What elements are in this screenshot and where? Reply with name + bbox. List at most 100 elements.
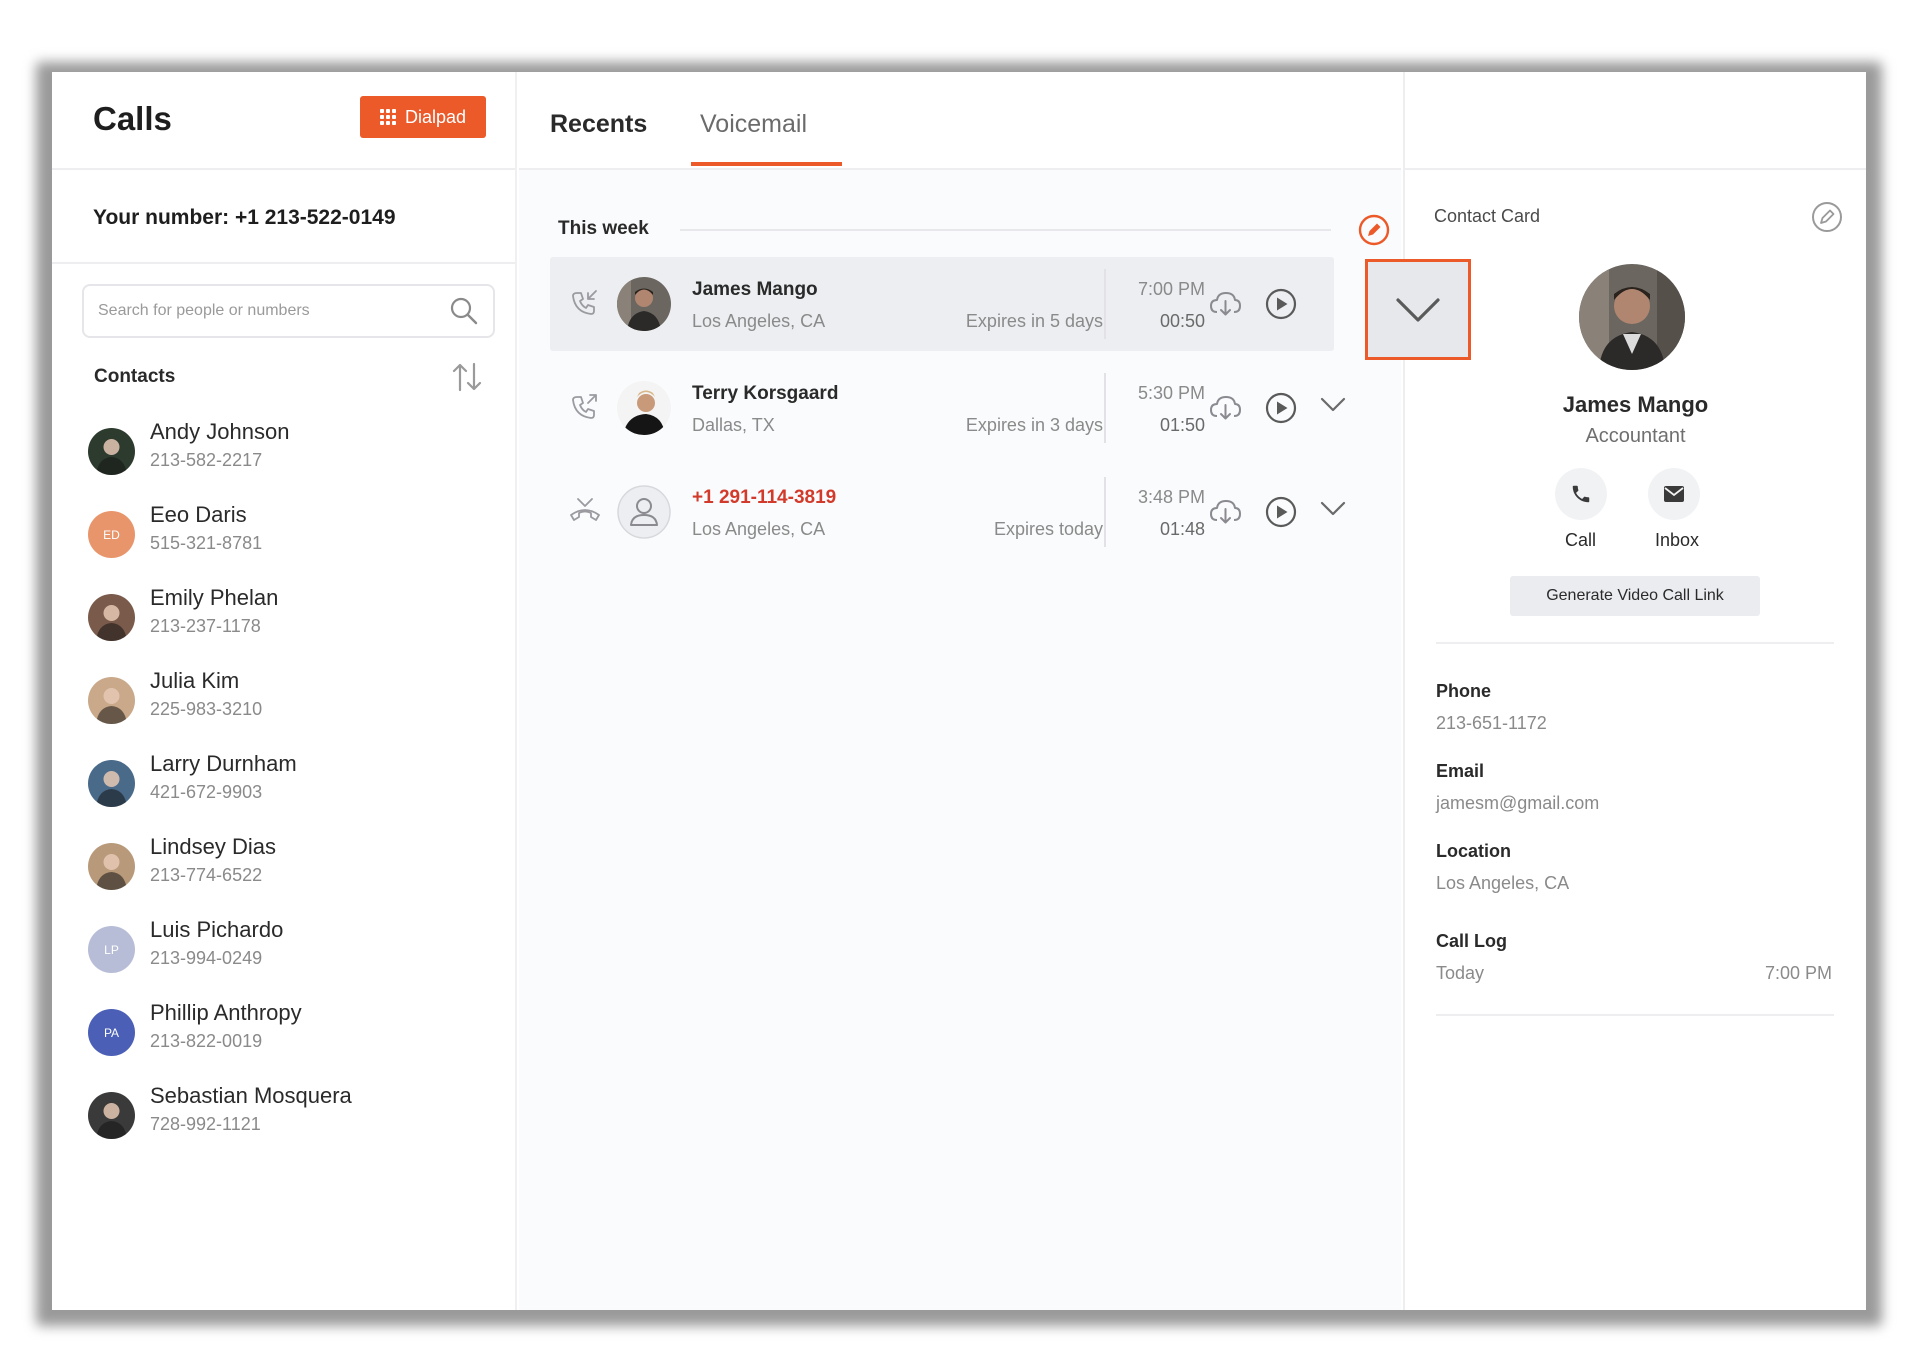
caller-location: Los Angeles, CA <box>692 311 826 331</box>
contact-name: Phillip Anthropy <box>150 1000 302 1025</box>
caller-name: James Mango <box>692 279 818 300</box>
voicemail-row[interactable]: +1 291-114-3819 Los Angeles, CA Expires to… <box>550 465 1346 559</box>
app-title: Calls <box>93 100 172 137</box>
card-divider-top <box>1436 642 1834 644</box>
avatar-initials: ED <box>103 527 120 542</box>
search-input[interactable] <box>98 302 449 320</box>
avatar-initials: LP <box>104 942 119 957</box>
contact-phone: 213-994-0249 <box>150 948 263 968</box>
edit-icon[interactable] <box>1357 213 1391 247</box>
section-label: This week <box>558 218 649 239</box>
chevron-down-icon <box>1320 501 1346 516</box>
contact-item[interactable]: Emily Phelan 213-237-1178 <box>88 584 488 667</box>
section-divider <box>680 229 1331 231</box>
envelope-icon <box>1664 486 1684 502</box>
play-icon <box>1265 288 1297 320</box>
contact-card-label: Contact Card <box>1434 206 1541 226</box>
contact-text: Emily Phelan 213-237-1178 <box>150 584 278 640</box>
voicemail-time: 3:48 PM <box>1137 487 1205 507</box>
voicemail-time: 7:00 PM <box>1137 279 1205 299</box>
call-direction-icon <box>568 391 600 428</box>
contact-text: Phillip Anthropy 213-822-0019 <box>150 999 302 1055</box>
contact-name: Julia Kim <box>150 668 240 693</box>
dialpad-button[interactable]: Dialpad <box>360 96 486 138</box>
voicemail-duration: 01:48 <box>1159 519 1205 539</box>
expand-button[interactable] <box>1320 501 1346 522</box>
caller-avatar <box>617 381 671 435</box>
download-button[interactable] <box>1208 287 1242 326</box>
call-button[interactable] <box>1555 468 1607 520</box>
play-button[interactable] <box>1264 495 1298 534</box>
left-header: Calls Dialpad <box>52 72 515 170</box>
contact-avatar <box>88 428 135 475</box>
play-button[interactable] <box>1264 287 1298 326</box>
call-direction-icon <box>568 495 602 532</box>
contact-avatar: ED <box>88 511 135 558</box>
call-log-label: Call Log <box>1436 931 1507 951</box>
contact-item[interactable]: Andy Johnson 213-582-2217 <box>88 418 488 501</box>
contact-phone: 515-321-8781 <box>150 533 263 553</box>
voicemail-row[interactable]: James Mango Los Angeles, CA Expires in 5 d… <box>550 257 1334 351</box>
inbox-button[interactable] <box>1648 468 1700 520</box>
play-icon <box>1265 496 1297 528</box>
call-log-day: Today <box>1436 963 1485 983</box>
inbox-label: Inbox <box>1655 530 1700 550</box>
download-button[interactable] <box>1208 495 1242 534</box>
contact-avatar <box>1579 264 1685 370</box>
row-separator <box>1104 269 1106 339</box>
location-label: Location <box>1436 841 1511 861</box>
contacts-panel: Calls Dialpad Your number: +1 213-522-01… <box>52 72 517 1310</box>
call-log-time: 7:00 PM <box>1764 963 1832 983</box>
card-divider-bottom <box>1436 1014 1834 1016</box>
expiry-text: Expires today <box>993 519 1103 539</box>
caller-location: Dallas, TX <box>692 415 775 435</box>
contact-role: Accountant <box>1585 425 1686 447</box>
voicemail-row[interactable]: Terry Korsgaard Dallas, TX Expires in 3 da… <box>550 361 1346 455</box>
caller-location: Los Angeles, CA <box>692 519 826 539</box>
phone-icon <box>1572 485 1590 503</box>
download-icon <box>1210 292 1241 316</box>
edit-contact-icon[interactable] <box>1810 200 1844 234</box>
contact-text: Julia Kim 225-983-3210 <box>150 667 262 723</box>
contact-item[interactable]: Larry Durnham 421-672-9903 <box>88 750 488 833</box>
expand-voicemail-button[interactable] <box>1365 259 1471 360</box>
contact-text: Lindsey Dias 213-774-6522 <box>150 833 276 889</box>
download-button[interactable] <box>1208 391 1242 430</box>
contact-avatar <box>88 594 135 641</box>
contact-list: Andy Johnson 213-582-2217 ED Eeo Daris 515-3… <box>88 418 488 1165</box>
contact-phone: 213-774-6522 <box>150 865 263 885</box>
call-label: Call <box>1565 530 1597 550</box>
contact-text: Luis Pichardo 213-994-0249 <box>150 916 283 972</box>
tab-voicemail[interactable]: Voicemail <box>700 110 807 139</box>
contact-item[interactable]: Julia Kim 225-983-3210 <box>88 667 488 750</box>
generate-video-call-link-button[interactable]: Generate Video Call Link <box>1510 576 1760 616</box>
contact-item[interactable]: LP Luis Pichardo 213-994-0249 <box>88 916 488 999</box>
sort-icon[interactable] <box>450 360 484 394</box>
voicemail-duration: 00:50 <box>1159 311 1205 331</box>
contact-item[interactable]: Sebastian Mosquera 728-992-1121 <box>88 1082 488 1165</box>
contact-avatar: LP <box>88 926 135 973</box>
caller-name: +1 291-114-3819 <box>692 487 837 508</box>
contact-phone: 421-672-9903 <box>150 782 263 802</box>
call-direction-icon <box>568 287 600 324</box>
contact-item[interactable]: ED Eeo Daris 515-321-8781 <box>88 501 488 584</box>
contact-name: Eeo Daris <box>150 502 247 527</box>
contact-name: James Mango <box>1562 392 1709 417</box>
expiry-text: Expires in 5 days <box>965 311 1103 331</box>
email-value[interactable]: jamesm@gmail.com <box>1436 793 1599 814</box>
contact-phone: 213-822-0019 <box>150 1031 263 1051</box>
contact-item[interactable]: Lindsey Dias 213-774-6522 <box>88 833 488 916</box>
row-separator <box>1104 477 1106 547</box>
contact-name: Andy Johnson <box>150 419 290 444</box>
contact-avatar: PA <box>88 1009 135 1056</box>
expand-button[interactable] <box>1320 397 1346 418</box>
caller-avatar <box>617 485 671 539</box>
play-button[interactable] <box>1264 391 1298 430</box>
contact-item[interactable]: PA Phillip Anthropy 213-822-0019 <box>88 999 488 1082</box>
your-number: Your number: +1 213-522-0149 <box>93 206 396 229</box>
phone-value[interactable]: 213-651-1172 <box>1436 713 1547 734</box>
search-icon[interactable] <box>449 296 479 326</box>
contact-text: Larry Durnham 421-672-9903 <box>150 750 297 806</box>
active-tab-indicator <box>691 162 842 166</box>
tab-recents[interactable]: Recents <box>550 110 647 139</box>
